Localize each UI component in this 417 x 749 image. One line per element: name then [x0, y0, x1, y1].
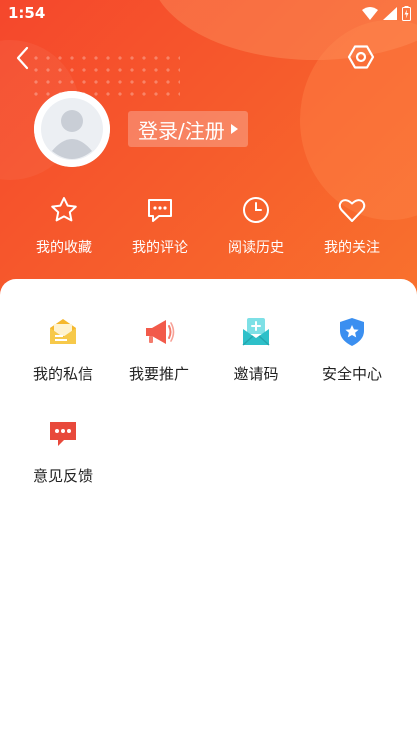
quick-action-label: 我的评论 [132, 240, 188, 256]
feedback-icon [50, 422, 76, 446]
comment-icon [148, 199, 172, 222]
heart-icon [338, 199, 366, 222]
signal-icon [383, 7, 397, 20]
quick-action-following[interactable]: 我的关注 [304, 195, 400, 257]
quick-action-history[interactable]: 阅读历史 [208, 195, 304, 257]
login-label: 登录/注册 [138, 118, 225, 143]
quick-action-comments[interactable]: 我的评论 [112, 195, 208, 257]
quick-action-favorites[interactable]: 我的收藏 [16, 195, 112, 257]
service-messages[interactable]: 我的私信 [11, 315, 115, 384]
services-panel: 我的私信 我要推广 邀请码 安全中心 意见反馈 [0, 279, 417, 749]
status-time: 1:54 [8, 4, 46, 22]
caret-right-icon [230, 124, 238, 134]
mail-icon [50, 319, 76, 344]
service-label: 我要推广 [128, 365, 189, 383]
settings-icon[interactable] [347, 43, 375, 71]
service-label: 安全中心 [321, 365, 382, 383]
avatar-placeholder-icon [34, 91, 110, 167]
status-bar: 1:54 [0, 0, 417, 28]
quick-action-label: 我的关注 [324, 240, 380, 256]
service-invite-code[interactable]: 邀请码 [204, 315, 308, 384]
quick-action-label: 我的收藏 [36, 240, 92, 256]
service-label: 我的私信 [32, 365, 93, 383]
service-security-center[interactable]: 安全中心 [300, 315, 404, 384]
service-label: 意见反馈 [32, 467, 93, 485]
quick-action-label: 阅读历史 [228, 240, 284, 256]
invite-icon [242, 318, 270, 346]
battery-icon [402, 6, 411, 21]
profile-header: 1:54 登录/注册 我的收藏 我的评论 阅读历史 我的关注 [0, 0, 417, 310]
decor-dots [30, 52, 180, 102]
service-feedback[interactable]: 意见反馈 [11, 417, 115, 486]
avatar[interactable] [34, 91, 110, 167]
wifi-icon [362, 7, 378, 20]
quick-actions: 我的收藏 我的评论 阅读历史 我的关注 [0, 195, 417, 265]
megaphone-icon [146, 320, 175, 344]
service-promote[interactable]: 我要推广 [107, 315, 211, 384]
service-label: 邀请码 [233, 365, 279, 383]
back-icon[interactable] [10, 45, 36, 71]
login-register-button[interactable]: 登录/注册 [128, 111, 248, 147]
clock-icon [243, 197, 269, 223]
shield-icon [340, 318, 364, 346]
star-icon [51, 197, 77, 222]
